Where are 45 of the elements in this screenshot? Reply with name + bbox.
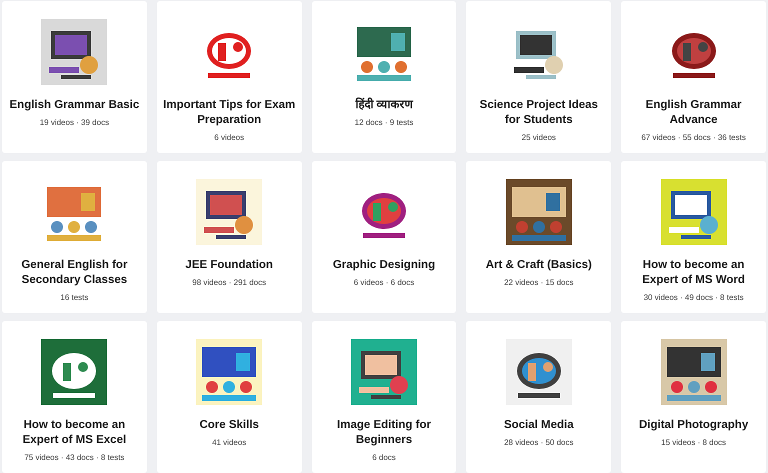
course-card[interactable]: Core Skills 41 videos [156,321,302,473]
course-meta: 12 docs · 9 tests [354,118,414,127]
course-title: How to become an Expert of MS Word [641,258,746,288]
course-title: Art & Craft (Basics) [486,258,592,273]
course-card[interactable]: Image Editing for Beginners 6 docs [312,321,456,473]
course-card[interactable]: How to become an Expert of MS Excel 75 videos · 43 docs · 8 tests [2,321,147,473]
course-card[interactable]: Social Media 28 videos · 50 docs [466,321,612,473]
course-card[interactable]: General English for Secondary Classes 16 tests [2,161,147,313]
course-title: Core Skills [199,418,259,433]
course-card[interactable]: JEE Foundation 98 videos · 291 docs [156,161,302,313]
course-title: Digital Photography [638,418,748,433]
course-meta: 15 videos · 8 docs [661,438,726,447]
course-title: Image Editing for Beginners [336,418,432,448]
course-meta: 19 videos · 39 docs [40,118,110,127]
course-meta: 22 videos · 15 docs [504,278,574,287]
course-meta: 6 videos [214,133,244,142]
course-title: Graphic Designing [332,258,436,273]
course-title: JEE Foundation [185,258,273,273]
course-title: English Grammar Advance [644,98,743,128]
course-title: How to become an Expert of MS Excel [22,418,128,448]
course-meta: 16 tests [60,293,88,302]
course-title: Science Project Ideas for Students [478,98,599,128]
course-title: English Grammar Basic [10,98,140,113]
course-card[interactable]: Digital Photography 15 videos · 8 docs [621,321,766,473]
course-meta: 6 videos · 6 docs [354,278,414,287]
course-title: General English for Secondary Classes [20,258,128,288]
course-meta: 28 videos · 50 docs [504,438,574,447]
course-meta: 75 videos · 43 docs · 8 tests [24,453,124,462]
course-title: Important Tips for Exam Preparation [162,98,296,128]
course-card[interactable]: Graphic Designing 6 videos · 6 docs [312,161,456,313]
course-card[interactable]: Science Project Ideas for Students 25 videos [466,1,612,153]
course-card[interactable]: Art & Craft (Basics) 22 videos · 15 docs [466,161,612,313]
course-meta: 98 videos · 291 docs [192,278,266,287]
course-card[interactable]: Important Tips for Exam Preparation 6 videos [156,1,302,153]
course-title: Social Media [504,418,574,433]
course-card[interactable]: English Grammar Advance 67 videos · 55 docs · 36 tests [621,1,766,153]
course-card[interactable]: English Grammar Basic 19 videos · 39 docs [2,1,147,153]
course-meta: 67 videos · 55 docs · 36 tests [641,133,746,142]
course-title: हिंदी व्याकरण [355,98,413,113]
course-meta: 25 videos [522,133,556,142]
course-meta: 6 docs [372,453,396,462]
course-meta: 41 videos [212,438,246,447]
course-card[interactable]: How to become an Expert of MS Word 30 videos · 49 docs · 8 tests [621,161,766,313]
course-card[interactable]: हिंदी व्याकरण 12 docs · 9 tests [312,1,456,153]
course-meta: 30 videos · 49 docs · 8 tests [644,293,744,302]
